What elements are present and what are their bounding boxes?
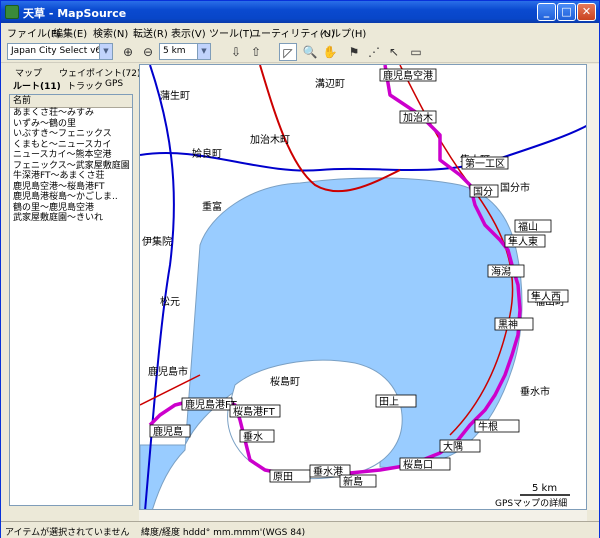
list-item[interactable]: くまもと〜ニュースカイ <box>10 140 132 151</box>
waypoint-label: 原田 <box>273 471 293 483</box>
menu-tools[interactable]: ツール(T) <box>209 25 253 40</box>
list-item[interactable]: 鹿児島空港〜桜島港FT <box>10 182 132 193</box>
zoom-scale-select[interactable]: 5 km ▼ <box>159 43 211 60</box>
list-item[interactable]: いぶすき〜フェニックス <box>10 129 132 140</box>
status-coordinate-format: 緯度/経度 hddd° mm.mmm'(WGS 84) <box>141 528 306 538</box>
menu-search[interactable]: 検索(N) <box>93 25 128 40</box>
waypoint-tool-icon[interactable]: ⚑ <box>345 43 363 61</box>
menu-help[interactable]: ヘルプ(H) <box>321 25 366 40</box>
waypoint-label: 牛根 <box>478 420 498 433</box>
place-label: 重富 <box>202 200 222 213</box>
status-selection: アイテムが選択されていません <box>5 528 130 538</box>
send-to-device-icon[interactable]: ⇧ <box>247 43 265 61</box>
tab-gps[interactable]: GPS <box>105 79 123 89</box>
map-select-tool-icon[interactable]: ◸ <box>279 43 297 61</box>
waypoint-label: 垂水 <box>243 431 263 443</box>
map-product-select[interactable]: Japan City Select v6 ▼ <box>7 43 113 60</box>
map-view[interactable]: 蒲生町 加治木町 隼人町 溝辺町 姶良町 国分市 福山町 桜島町 鹿児島市 垂水… <box>139 64 587 510</box>
list-header-name[interactable]: 名前 <box>10 95 132 108</box>
toolbar: Japan City Select v6 ▼ ⊕ ⊖ 5 km ▼ ⇩ ⇧ ◸ … <box>1 41 599 63</box>
data-panel: マップ ウェイポイント(72) ルート(11) トラック GPS 名前 あまくさ… <box>3 64 140 519</box>
waypoint-label: 桜島港FT <box>233 405 276 418</box>
waypoint-label: 田上 <box>379 396 399 408</box>
place-label: 垂水市 <box>520 385 550 398</box>
chevron-down-icon: ▼ <box>197 44 210 59</box>
route-list: 名前 あまくさ荘〜みすみ いずみ〜鶴の里 いぶすき〜フェニックス くまもと〜ニュ… <box>9 94 133 506</box>
route-tool-icon[interactable]: ⋰ <box>365 43 383 61</box>
zoom-scale-value: 5 km <box>163 46 186 56</box>
place-label: 姶良町 <box>192 147 222 160</box>
list-item[interactable]: あまくさ荘〜みすみ <box>10 108 132 119</box>
menu-view[interactable]: 表示(V) <box>171 25 206 40</box>
waypoint-label: 福山 <box>518 220 538 233</box>
place-label: 伊集院 <box>142 235 172 248</box>
place-label: 溝辺町 <box>315 77 345 90</box>
tab-waypoints[interactable]: ウェイポイント(72) <box>59 66 140 79</box>
minimize-button[interactable]: _ <box>537 3 556 21</box>
map-horizontal-scrollbar[interactable] <box>139 510 587 521</box>
waypoint-label: 加治木 <box>403 111 433 124</box>
menu-transfer[interactable]: 転送(R) <box>133 25 168 40</box>
app-window: 天草 - MapSource _ □ ✕ ファイル(F) 編集(E) 検索(N)… <box>0 0 600 538</box>
list-item[interactable]: いずみ〜鶴の里 <box>10 119 132 130</box>
tab-map[interactable]: マップ <box>15 66 42 79</box>
selection-tool-icon[interactable]: ↖ <box>385 43 403 61</box>
distance-tool-icon[interactable]: ▭ <box>407 43 425 61</box>
title-bar: 天草 - MapSource _ □ ✕ <box>1 1 599 23</box>
place-label: 国分市 <box>500 181 530 194</box>
waypoint-label: 黒神 <box>498 318 518 331</box>
place-label: 桜島町 <box>270 375 300 388</box>
maximize-button[interactable]: □ <box>557 3 576 21</box>
waypoint-label: 隼人西 <box>531 290 561 303</box>
waypoint-label: 垂水港 <box>313 466 343 478</box>
list-item[interactable]: フェニックス〜武家屋敷庭園 <box>10 161 132 172</box>
receive-from-device-icon[interactable]: ⇩ <box>227 43 245 61</box>
map-canvas[interactable]: 蒲生町 加治木町 隼人町 溝辺町 姶良町 国分市 福山町 桜島町 鹿児島市 垂水… <box>140 65 587 510</box>
hand-tool-icon[interactable]: ✋ <box>321 43 339 61</box>
list-item[interactable]: 牛深港FT〜あまくさ荘 <box>10 171 132 182</box>
waypoint-label: 桜島口 <box>403 458 433 471</box>
place-label: 蒲生町 <box>160 89 190 102</box>
waypoint-label: 隼人東 <box>508 235 538 248</box>
place-label: 松元 <box>160 295 180 308</box>
waypoint-label: 第一工区 <box>465 157 505 170</box>
waypoint-label: 国分 <box>473 186 493 198</box>
zoom-out-icon[interactable]: ⊖ <box>139 43 157 61</box>
menu-edit[interactable]: 編集(E) <box>53 25 87 40</box>
panel-tabs: マップ ウェイポイント(72) ルート(11) トラック GPS <box>3 64 140 94</box>
map-product-value: Japan City Select v6 <box>11 46 102 56</box>
tab-tracks[interactable]: トラック <box>67 79 103 92</box>
chevron-down-icon: ▼ <box>99 44 112 59</box>
window-title: 天草 - MapSource <box>23 7 127 20</box>
map-vertical-scrollbar[interactable] <box>587 64 599 510</box>
close-button[interactable]: ✕ <box>577 3 596 21</box>
waypoint-label: 大隅 <box>443 440 463 453</box>
map-copyright: GPSマップの詳細 <box>495 497 567 509</box>
waypoint-label: 新島 <box>343 475 363 488</box>
waypoint-label: 鹿児島 <box>153 425 183 438</box>
list-item[interactable]: 鶴の里〜鹿児島空港 <box>10 203 132 214</box>
tab-routes[interactable]: ルート(11) <box>13 79 61 92</box>
scale-label: 5 km <box>532 483 557 494</box>
place-label: 鹿児島市 <box>148 365 188 378</box>
zoom-tool-icon[interactable]: 🔍 <box>301 43 319 61</box>
waypoint-label: 海潟 <box>491 265 511 278</box>
list-item[interactable]: ニュースカイ〜熊本空港 <box>10 150 132 161</box>
app-icon <box>5 5 19 19</box>
zoom-in-icon[interactable]: ⊕ <box>119 43 137 61</box>
waypoint-label: 鹿児島空港 <box>383 69 433 82</box>
list-item[interactable]: 武家屋敷庭園〜きいれ <box>10 213 132 224</box>
list-item[interactable]: 鹿児島港桜島〜かごしま.. <box>10 192 132 203</box>
menu-bar: ファイル(F) 編集(E) 検索(N) 転送(R) 表示(V) ツール(T) ユ… <box>1 23 599 41</box>
place-label: 加治木町 <box>250 133 290 146</box>
status-bar: アイテムが選択されていません 緯度/経度 hddd° mm.mmm'(WGS 8… <box>1 521 599 538</box>
